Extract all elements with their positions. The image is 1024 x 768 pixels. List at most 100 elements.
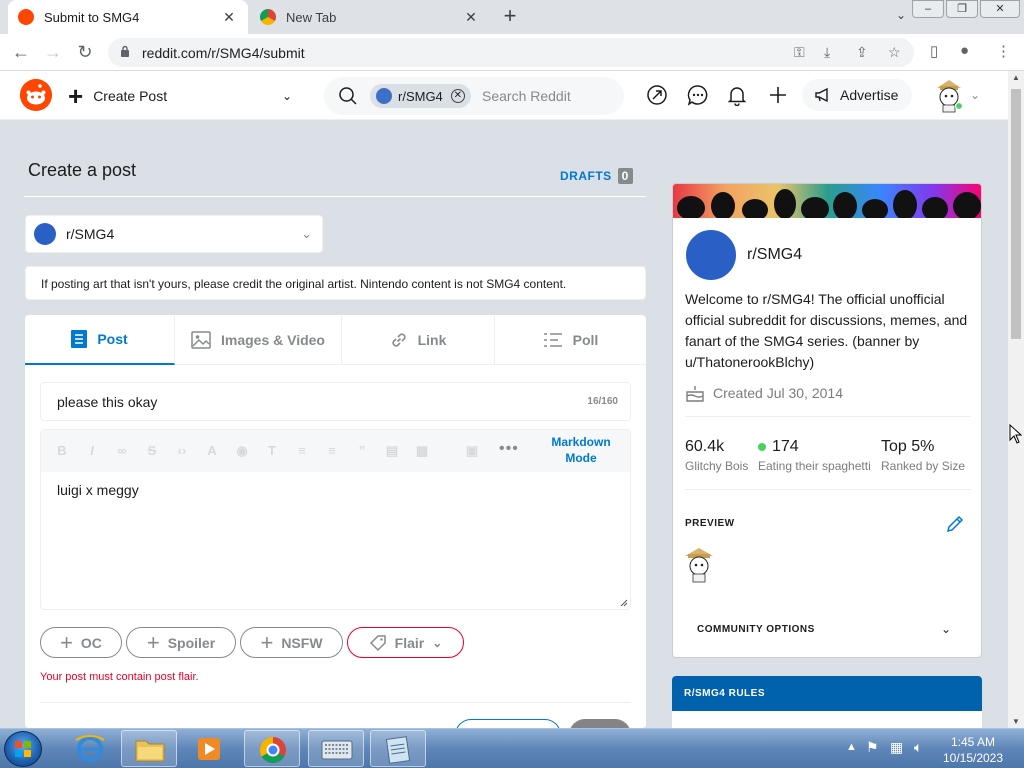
create-plus-icon[interactable]	[767, 84, 789, 106]
tab-images-video[interactable]: Images & Video	[175, 315, 342, 365]
oc-tag-button[interactable]: + OC	[40, 627, 122, 658]
notification-bell-icon[interactable]	[726, 84, 748, 106]
image-upload-icon[interactable]: ▣	[465, 443, 479, 458]
nsfw-tag-button[interactable]: + NSFW	[240, 627, 343, 658]
minimize-button[interactable]: –	[912, 0, 944, 18]
edit-pencil-icon[interactable]	[945, 514, 965, 534]
spoiler-tag-button[interactable]: + Spoiler	[126, 627, 236, 658]
close-tab-icon[interactable]: ✕	[462, 9, 480, 26]
bookmark-star-icon[interactable]: ☆	[888, 44, 901, 61]
preview-label: PREVIEW	[685, 518, 735, 529]
user-avatar[interactable]	[932, 76, 966, 114]
omnibox[interactable]: reddit.com/r/SMG4/submit ⚿ ⤓ ⇪ ☆	[108, 38, 914, 67]
rules-header: R/SMG4 RULES	[672, 676, 982, 711]
strikethrough-icon[interactable]: S	[145, 443, 159, 458]
spoiler-icon[interactable]: ◉	[235, 443, 249, 458]
community-name: r/SMG4	[66, 226, 115, 242]
quote-icon[interactable]: ”	[355, 443, 369, 458]
stat-online-row: 174	[758, 438, 871, 456]
chrome-favicon-icon	[260, 9, 276, 25]
chevron-down-icon[interactable]: ⌄	[941, 622, 951, 636]
community-notice: If posting art that isn't yours, please …	[25, 266, 646, 300]
flair-button[interactable]: Flair ⌄	[347, 627, 464, 658]
community-options-toggle[interactable]: COMMUNITY OPTIONS	[697, 624, 815, 635]
reload-button[interactable]: ↻	[74, 42, 96, 64]
system-clock[interactable]: 1:45 AM 10/15/2023	[935, 734, 1011, 766]
notepad-taskbar-button[interactable]	[370, 730, 426, 767]
clock-date: 10/15/2023	[942, 751, 1004, 765]
create-post-label: Create Post	[93, 88, 168, 104]
install-icon[interactable]: ⤓	[824, 44, 830, 61]
stat-value: Top 5%	[881, 438, 935, 455]
post-body-editor[interactable]: B I ∞ S ‹› A ◉ T ≡ ≡ ” ▤ ▦ ▣ ••• Markdow…	[40, 429, 631, 610]
chat-icon[interactable]	[687, 84, 709, 106]
media-player-taskbar-button[interactable]	[181, 730, 237, 767]
action-center-flag-icon[interactable]: ⚑	[866, 739, 879, 756]
tab-post[interactable]: Post	[25, 315, 175, 365]
show-hidden-icons-icon[interactable]: ▲	[846, 741, 857, 753]
internet-explorer-taskbar-button[interactable]	[62, 730, 118, 767]
heading-icon[interactable]: T	[265, 443, 279, 458]
scroll-up-arrow-icon[interactable]: ▲	[1012, 73, 1020, 82]
scrollbar-thumb[interactable]	[1011, 89, 1021, 339]
tab-label: Post	[97, 331, 128, 347]
link-format-icon[interactable]: ∞	[115, 443, 129, 458]
clear-chip-icon[interactable]: ✕	[450, 89, 465, 103]
chevron-down-icon: ⌄	[281, 89, 292, 103]
drafts-button[interactable]: DRAFTS 0	[560, 168, 633, 184]
back-button[interactable]: ←	[10, 42, 32, 64]
chip-label: r/SMG4	[398, 88, 443, 104]
scroll-down-arrow-icon[interactable]: ▼	[1012, 717, 1020, 726]
community-selector[interactable]: r/SMG4 ⌄	[25, 215, 323, 253]
create-post-dropdown[interactable]: + Create Post ⌄	[68, 81, 300, 111]
profile-icon[interactable]: ●	[960, 42, 969, 59]
tab-link[interactable]: Link	[342, 315, 495, 365]
volume-muted-icon[interactable]: 🔈︎	[914, 739, 922, 756]
on-screen-keyboard-taskbar-button[interactable]	[308, 730, 364, 767]
key-icon[interactable]: ⚿	[794, 44, 805, 61]
user-menu-chevron-icon[interactable]: ⌄	[970, 88, 980, 102]
advertise-button[interactable]: Advertise	[802, 79, 912, 111]
tab-submit-to-smg4[interactable]: Submit to SMG4 ✕	[8, 0, 248, 34]
post-type-tabs: Post Images & Video Link Poll	[25, 315, 646, 365]
share-icon[interactable]: ⇪	[856, 44, 868, 61]
network-icon[interactable]: ▦	[890, 739, 903, 756]
file-explorer-taskbar-button[interactable]	[121, 730, 177, 767]
forward-button[interactable]: →	[42, 42, 64, 64]
code-block-icon[interactable]: ▤	[385, 443, 399, 458]
table-icon[interactable]: ▦	[415, 443, 429, 458]
popular-arrow-icon[interactable]	[646, 84, 668, 106]
new-tab-button[interactable]: +	[498, 5, 522, 29]
chrome-taskbar-button[interactable]	[244, 730, 300, 767]
superscript-icon[interactable]: A	[205, 443, 219, 458]
bold-icon[interactable]: B	[55, 443, 69, 458]
tab-poll[interactable]: Poll	[495, 315, 646, 365]
close-tab-icon[interactable]: ✕	[220, 9, 238, 26]
community-name[interactable]: r/SMG4	[747, 246, 802, 264]
tab-new-tab[interactable]: New Tab ✕	[250, 0, 490, 34]
restore-button[interactable]: ❐	[946, 0, 978, 18]
side-panel-icon[interactable]: ▯	[930, 42, 938, 60]
vertical-scrollbar[interactable]: ▲ ▼	[1008, 71, 1024, 728]
inline-code-icon[interactable]: ‹›	[175, 443, 189, 458]
numbered-list-icon[interactable]: ≡	[325, 443, 339, 458]
markdown-mode-button[interactable]: Markdown Mode	[546, 434, 616, 466]
bulleted-list-icon[interactable]: ≡	[295, 443, 309, 458]
plus-icon: +	[146, 629, 160, 655]
close-window-button[interactable]: ✕	[980, 0, 1020, 18]
search-community-chip[interactable]: r/SMG4 ✕	[370, 84, 471, 108]
post-title-input[interactable]: please this okay 16/160	[40, 382, 631, 421]
online-dot-icon	[758, 443, 766, 451]
italic-icon[interactable]: I	[85, 443, 99, 458]
reddit-logo-icon[interactable]	[20, 79, 52, 111]
community-avatar-icon	[34, 223, 56, 245]
tab-label: Poll	[572, 332, 599, 348]
more-options-icon[interactable]: •••	[499, 440, 519, 458]
media-player-icon	[198, 738, 220, 760]
menu-kebab-icon[interactable]: ⋮	[996, 42, 1011, 60]
search-box[interactable]: r/SMG4 ✕ Search Reddit	[324, 77, 624, 115]
start-button[interactable]	[4, 731, 42, 767]
tab-search-chevron-icon[interactable]: ⌄	[896, 8, 906, 22]
preview-avatar	[685, 548, 713, 583]
resize-handle-icon[interactable]	[620, 599, 628, 607]
